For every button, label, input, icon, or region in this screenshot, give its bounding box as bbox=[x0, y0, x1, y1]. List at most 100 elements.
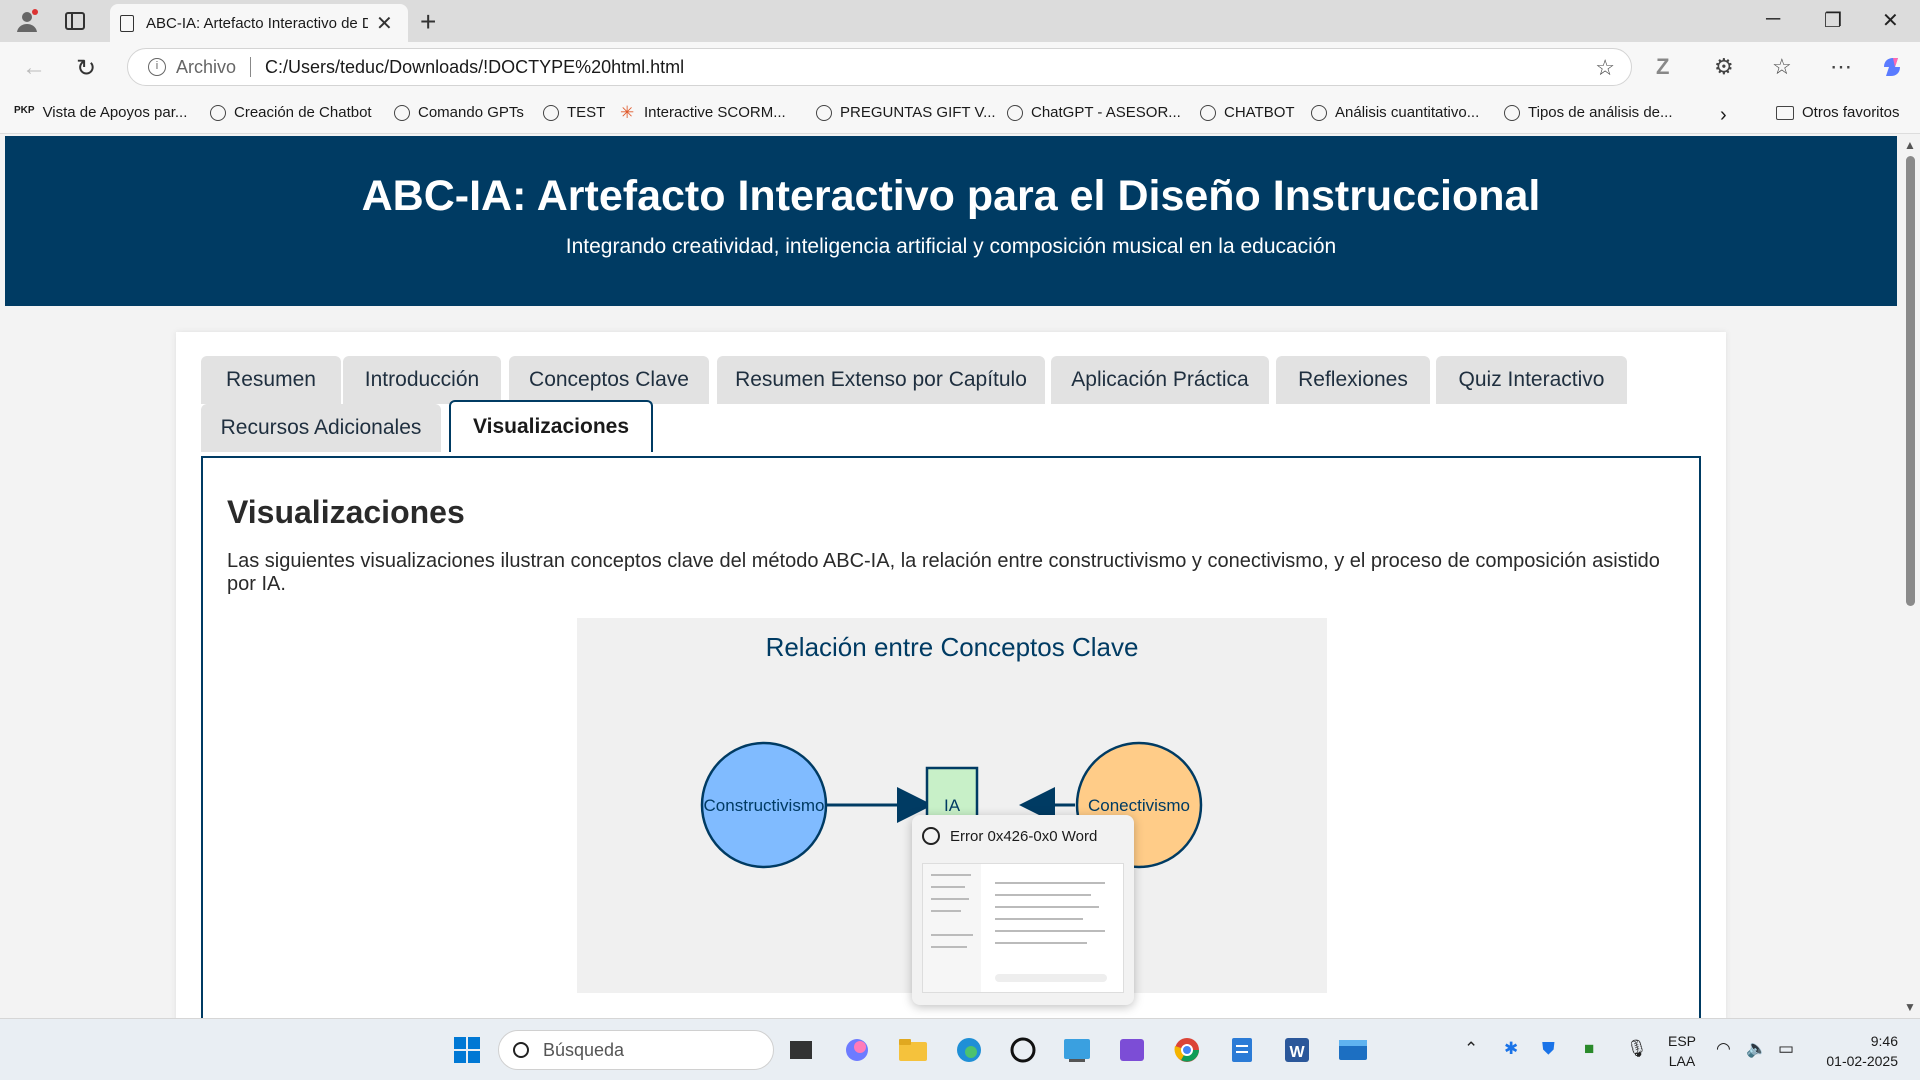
bookmark-label: ChatGPT - ASESOR... bbox=[1031, 104, 1181, 121]
bookmark-item[interactable]: Análisis cuantitativo... bbox=[1311, 104, 1479, 121]
bookmark-item[interactable]: PREGUNTAS GIFT V... bbox=[816, 104, 996, 121]
preview-title: Error 0x426-0x0 Word bbox=[950, 827, 1098, 845]
restore-icon[interactable]: ❐ bbox=[1824, 8, 1842, 33]
preview-line bbox=[931, 946, 967, 948]
microphone-icon[interactable]: 🎙 bbox=[1626, 1039, 1648, 1059]
chrome-icon[interactable] bbox=[1170, 1033, 1204, 1067]
address-bar[interactable]: i Archivo C:/Users/teduc/Downloads/!DOCT… bbox=[127, 48, 1632, 86]
tray-chevron-up-icon[interactable]: ⌃ bbox=[1464, 1039, 1478, 1059]
bluetooth-icon[interactable]: ✱ bbox=[1504, 1039, 1518, 1059]
bookmark-item[interactable]: Comando GPTs bbox=[394, 104, 524, 121]
tab-quiz-interactivo[interactable]: Quiz Interactivo bbox=[1436, 356, 1627, 404]
volume-icon[interactable]: 🔈 bbox=[1746, 1039, 1767, 1059]
bookmark-label: Interactive SCORM... bbox=[644, 104, 786, 121]
copilot-icon[interactable] bbox=[1880, 54, 1906, 86]
preview-input bbox=[995, 974, 1107, 982]
start-windows-icon[interactable] bbox=[450, 1033, 484, 1067]
bookmark-label: TEST bbox=[567, 104, 606, 121]
bookmark-item[interactable]: CHATBOT bbox=[1200, 104, 1295, 121]
preview-line bbox=[931, 874, 971, 876]
scroll-up-icon[interactable]: ▲ bbox=[1904, 138, 1916, 152]
extension-z-icon[interactable]: Z bbox=[1656, 54, 1669, 80]
tab-resumen[interactable]: Resumen bbox=[201, 356, 341, 404]
profile-icon[interactable] bbox=[14, 8, 40, 34]
edge-icon[interactable] bbox=[952, 1033, 986, 1067]
nvidia-icon[interactable]: ■ bbox=[1584, 1039, 1594, 1059]
close-window-icon[interactable]: ✕ bbox=[1882, 8, 1899, 33]
new-tab-icon[interactable]: + bbox=[420, 6, 436, 38]
chatgpt-icon bbox=[1504, 104, 1520, 121]
language-code: ESP bbox=[1668, 1033, 1697, 1049]
wifi-icon[interactable]: ◠ bbox=[1716, 1039, 1731, 1059]
preview-line bbox=[995, 942, 1087, 944]
other-favorites[interactable]: Otros favoritos bbox=[1776, 104, 1900, 121]
preview-line bbox=[995, 906, 1099, 908]
browser-tab-active[interactable]: ABC-IA: Artefacto Interactivo de Diseño … bbox=[110, 4, 408, 42]
tab-recursos-adicionales[interactable]: Recursos Adicionales bbox=[201, 404, 441, 452]
taskbar-search[interactable]: Búsqueda bbox=[498, 1030, 774, 1070]
app-icon[interactable] bbox=[1115, 1033, 1149, 1067]
task-view-icon[interactable] bbox=[784, 1033, 818, 1067]
preview-line bbox=[995, 930, 1105, 932]
word-icon[interactable]: W bbox=[1280, 1033, 1314, 1067]
bookmark-label: Vista de Apoyos par... bbox=[42, 104, 188, 121]
tab-aplicacion-practica[interactable]: Aplicación Práctica bbox=[1051, 356, 1269, 404]
bookmark-item[interactable]: PKP Vista de Apoyos par... bbox=[14, 104, 187, 121]
conectivismo-label: Conectivismo bbox=[1088, 796, 1190, 815]
tab-resumen-extenso[interactable]: Resumen Extenso por Capítulo bbox=[717, 356, 1045, 404]
language-indicator[interactable]: ESP LAA bbox=[1668, 1031, 1696, 1071]
bookmark-item[interactable]: TEST bbox=[543, 104, 605, 121]
bookmark-item[interactable]: ChatGPT - ASESOR... bbox=[1007, 104, 1181, 121]
chatgpt-icon bbox=[816, 104, 832, 121]
tab-visualizaciones[interactable]: Visualizaciones bbox=[449, 400, 653, 452]
chatgpt-icon bbox=[1200, 104, 1216, 121]
tab-introduccion[interactable]: Introducción bbox=[343, 356, 501, 404]
scroll-down-icon[interactable]: ▼ bbox=[1904, 1000, 1916, 1014]
other-favorites-label: Otros favoritos bbox=[1802, 104, 1900, 121]
minimize-icon[interactable]: ─ bbox=[1766, 8, 1780, 31]
bookmark-label: CHATBOT bbox=[1224, 104, 1295, 121]
clock-date: 01-02-2025 bbox=[1826, 1053, 1898, 1069]
tab-actions-icon[interactable] bbox=[62, 8, 88, 34]
back-icon[interactable]: ← bbox=[22, 54, 46, 82]
notepad-icon[interactable] bbox=[1225, 1033, 1259, 1067]
app-icon[interactable] bbox=[1336, 1033, 1370, 1067]
scrollbar-thumb[interactable] bbox=[1906, 156, 1915, 606]
address-url[interactable]: C:/Users/teduc/Downloads/!DOCTYPE%20html… bbox=[265, 57, 684, 78]
chatgpt-icon bbox=[210, 104, 226, 121]
preview-sidebar bbox=[923, 864, 981, 992]
section-description: Las siguientes visualizaciones ilustran … bbox=[227, 550, 1660, 595]
bookmark-item[interactable]: ✳ Interactive SCORM... bbox=[620, 104, 786, 122]
copilot-taskbar-icon[interactable] bbox=[840, 1033, 874, 1067]
window-preview-popup[interactable]: Error 0x426-0x0 Word bbox=[912, 815, 1134, 1005]
more-menu-icon[interactable]: ⋯ bbox=[1830, 54, 1852, 80]
chatgpt-icon bbox=[394, 104, 410, 121]
search-icon bbox=[513, 1042, 529, 1058]
reload-icon[interactable]: ↻ bbox=[76, 54, 96, 83]
tab-reflexiones[interactable]: Reflexiones bbox=[1276, 356, 1430, 404]
bookmark-item[interactable]: Tipos de análisis de... bbox=[1504, 104, 1673, 121]
browser-tab-title: ABC-IA: Artefacto Interactivo de Diseño bbox=[146, 14, 368, 32]
favorites-icon[interactable]: ☆ bbox=[1772, 54, 1792, 80]
battery-icon[interactable]: ▭ bbox=[1778, 1039, 1794, 1059]
file-explorer-icon[interactable] bbox=[896, 1033, 930, 1067]
close-tab-icon[interactable]: ✕ bbox=[376, 11, 393, 36]
bookmark-item[interactable]: Creación de Chatbot bbox=[210, 104, 372, 121]
page-scrollbar[interactable]: ▲ ▼ bbox=[1900, 134, 1920, 1018]
favorite-star-icon[interactable]: ☆ bbox=[1595, 55, 1615, 81]
info-icon[interactable]: i bbox=[148, 58, 166, 76]
svg-text:W: W bbox=[1289, 1044, 1305, 1061]
security-shield-icon[interactable]: ⛊ bbox=[1542, 1039, 1555, 1059]
preview-thumbnail[interactable] bbox=[922, 863, 1124, 993]
tab-conceptos-clave[interactable]: Conceptos Clave bbox=[509, 356, 709, 404]
chatgpt-taskbar-icon[interactable] bbox=[1006, 1033, 1040, 1067]
extensions-icon[interactable]: ⚙ bbox=[1714, 54, 1734, 80]
system-clock[interactable]: 9:46 01-02-2025 bbox=[1818, 1031, 1898, 1071]
bookmark-label: Comando GPTs bbox=[418, 104, 524, 121]
chatgpt-icon bbox=[1007, 104, 1023, 121]
windows-taskbar: Búsqueda W ⌃ ✱ ⛊ ■ 🎙 ESP LAA ◠ 🔈 ▭ 9:46 … bbox=[0, 1018, 1920, 1080]
chatgpt-icon bbox=[543, 104, 559, 121]
app-icon[interactable] bbox=[1060, 1033, 1094, 1067]
more-bookmarks-chevron-icon[interactable]: › bbox=[1720, 104, 1727, 127]
preview-line bbox=[931, 886, 965, 888]
